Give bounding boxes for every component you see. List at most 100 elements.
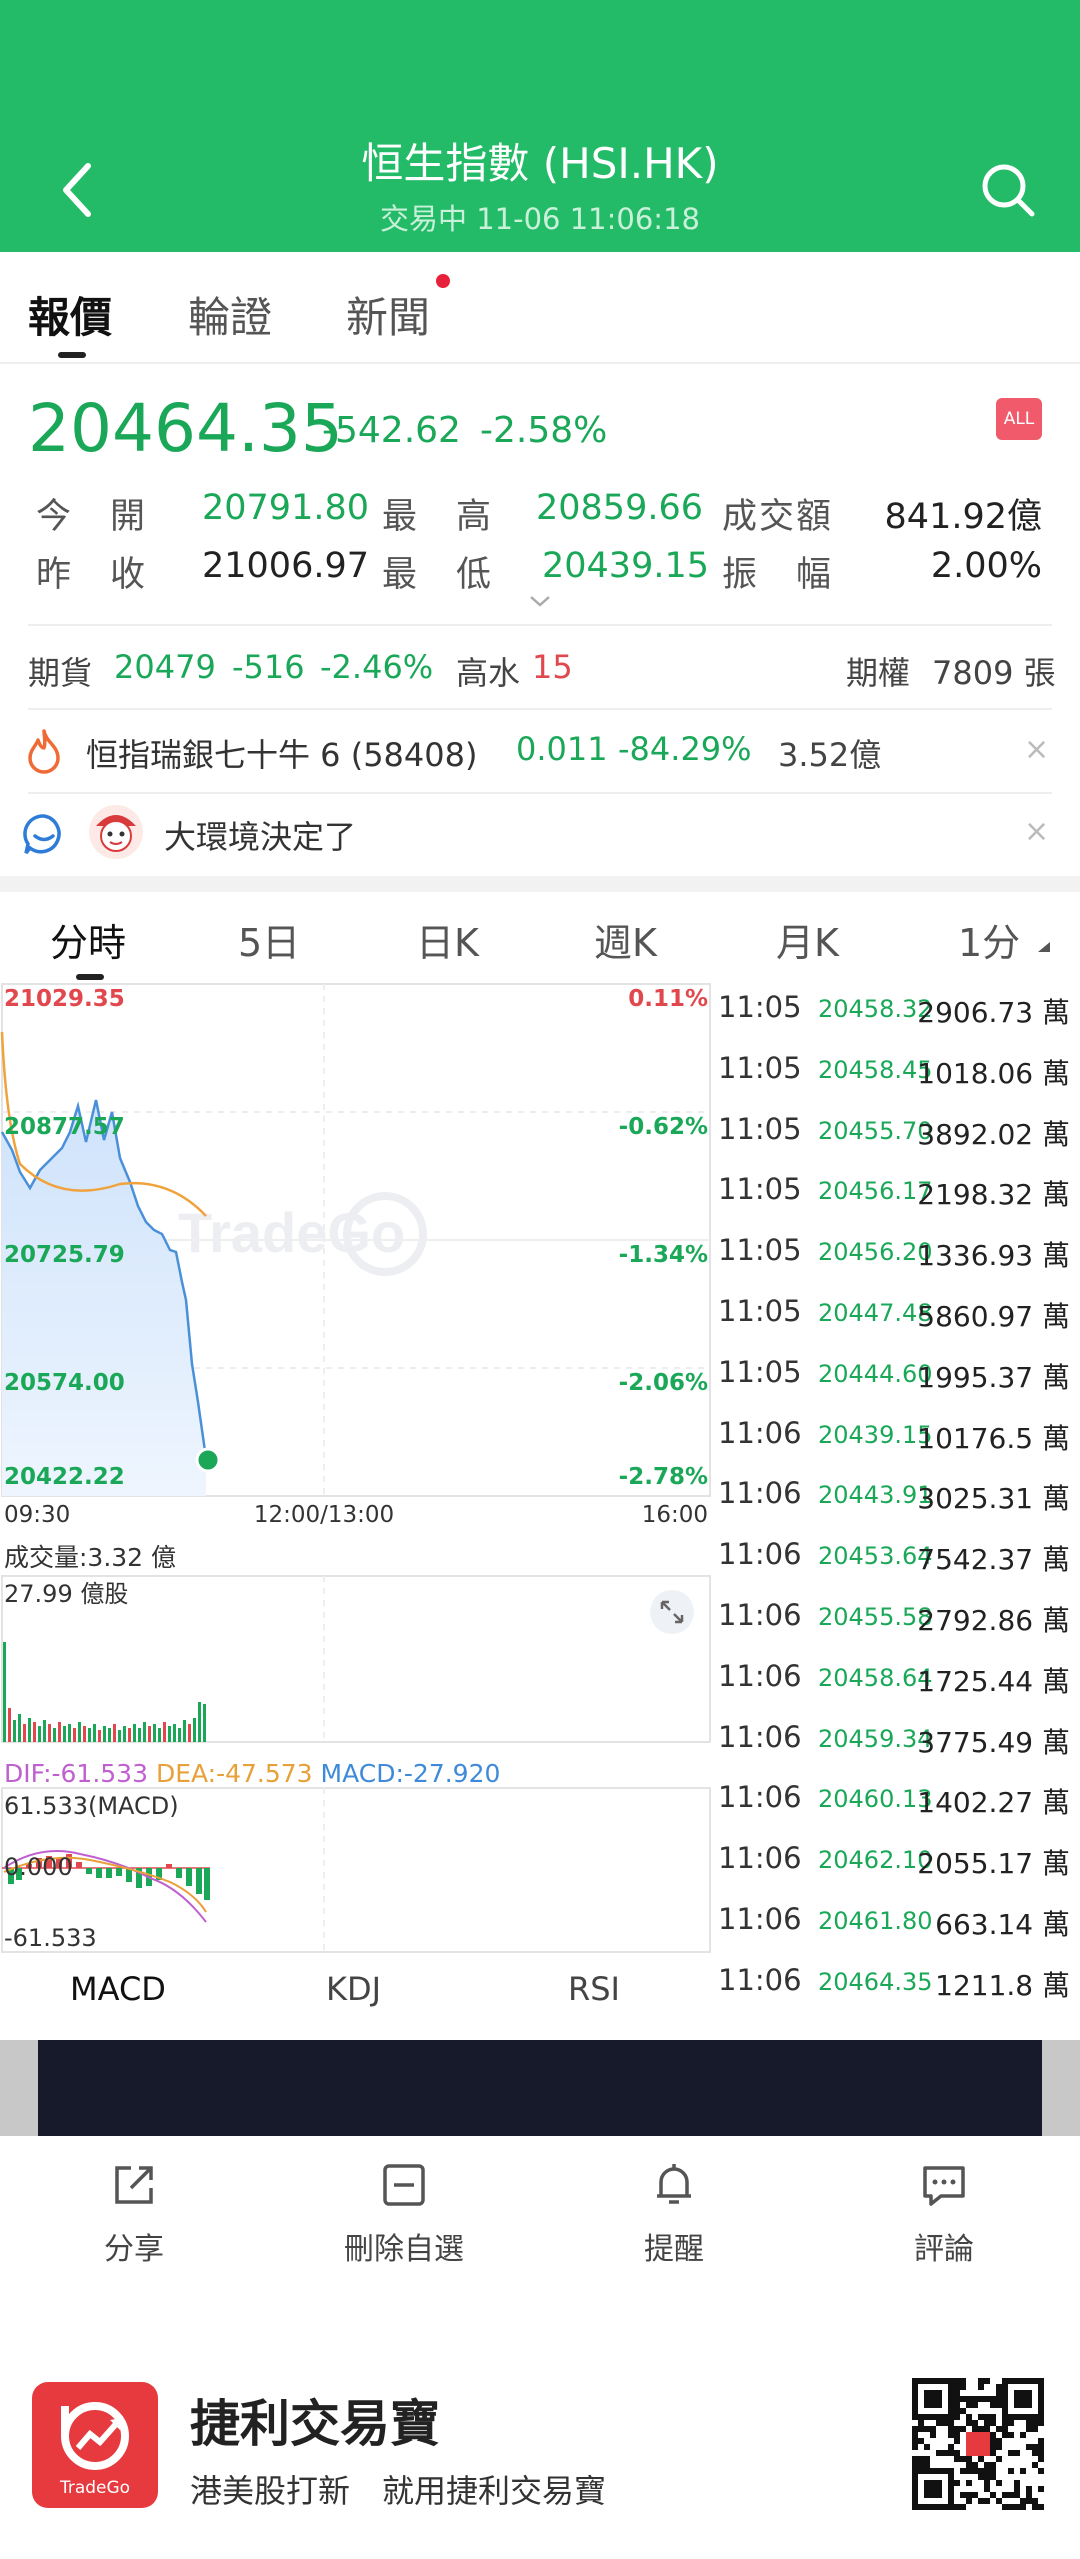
tab-macd[interactable]: MACD (70, 1970, 166, 2008)
trade-price: 20458.45 (818, 1055, 933, 1084)
macd-zero-label: 0.000 (4, 1853, 73, 1881)
divider (0, 362, 1080, 364)
trade-row: 11:06 20460.13 1402.27 萬 (716, 1776, 1076, 1836)
all-badge[interactable]: ALL (996, 398, 1042, 440)
trade-volume: 3892.02 萬 (917, 1117, 1070, 1151)
trade-row: 11:06 20459.34 3775.49 萬 (716, 1716, 1076, 1776)
divider (28, 708, 1052, 710)
trade-time: 11:05 (718, 1354, 802, 1389)
amplitude-value: 2.00% (930, 546, 1042, 586)
expand-chart-button[interactable] (650, 1590, 694, 1634)
close-icon[interactable]: × (1024, 814, 1049, 849)
pct-label-min: -2.78% (619, 1464, 708, 1490)
page-title: 恒生指數 (HSI.HK) (361, 139, 719, 188)
share-icon (115, 2166, 153, 2204)
turnover-label: 成交額 (722, 497, 834, 537)
avatar[interactable] (88, 804, 144, 860)
tab-monthly-k[interactable]: 月K (776, 912, 839, 967)
share-label: 分享 (104, 2232, 164, 2267)
divider (28, 624, 1052, 626)
trade-row: 11:06 20458.64 1725.44 萬 (716, 1655, 1076, 1715)
tab-intraday[interactable]: 分時 (50, 912, 126, 967)
tab-rsi[interactable]: RSI (568, 1970, 620, 2008)
comment-button[interactable]: 評論 (854, 2160, 1034, 2268)
trade-time: 11:06 (718, 1780, 802, 1815)
qr-code (912, 2378, 1044, 2510)
trade-time: 11:06 (718, 1415, 802, 1450)
dif-value: DIF:-61.533 (4, 1759, 148, 1788)
trade-volume: 5860.97 萬 (917, 1300, 1070, 1333)
alert-label: 提醒 (644, 2232, 704, 2267)
trade-time: 11:06 (718, 1537, 802, 1572)
remove-watchlist-button[interactable]: 刪除自選 (314, 2160, 494, 2268)
trade-volume: 2198.32 萬 (917, 1178, 1070, 1212)
futures-price: 20479 (114, 648, 216, 686)
promo-subtitle: 港美股打新 就用捷利交易寶 (190, 2472, 607, 2510)
search-icon[interactable] (978, 160, 1038, 220)
trade-row: 11:05 20456.17 2198.32 萬 (716, 1168, 1076, 1228)
prev-close-label: 昨 收 (36, 555, 148, 595)
trade-row: 11:06 20453.64 7542.37 萬 (716, 1533, 1076, 1593)
current-point (195, 1447, 221, 1473)
trade-time: 11:06 (718, 1658, 802, 1693)
trade-volume: 3025.31 萬 (917, 1482, 1070, 1516)
trade-price: 20458.32 (818, 995, 933, 1023)
trade-volume: 2055.17 萬 (917, 1847, 1070, 1881)
divider (28, 792, 1052, 794)
low-label: 最 低 (382, 555, 494, 595)
trade-volume: 7542.37 萬 (917, 1543, 1070, 1577)
comment-text[interactable]: 大環境決定了 (164, 812, 356, 858)
active-tab-indicator (76, 974, 104, 980)
close-icon[interactable]: × (1024, 732, 1049, 767)
tab-warrants[interactable]: 輪證 (188, 284, 272, 345)
pct-label-max: 0.11% (628, 986, 708, 1012)
turnover-value: 841.92億 (884, 497, 1042, 537)
trade-volume: 2906.73 萬 (917, 996, 1070, 1029)
y-label: 20725.79 (4, 1242, 125, 1268)
expand-chevron-icon[interactable] (528, 594, 552, 608)
trade-row: 11:05 20458.45 1018.06 萬 (716, 1047, 1076, 1107)
y-label: 20574.00 (4, 1370, 125, 1396)
pct-label: -0.62% (619, 1114, 708, 1140)
y-label-min: 20422.22 (4, 1464, 125, 1490)
trade-volume: 1211.8 萬 (935, 1968, 1070, 2002)
trade-row: 11:06 20439.15 10176.5 萬 (716, 1412, 1076, 1472)
trade-time: 11:05 (718, 990, 802, 1024)
promo-title: 捷利交易寶 (190, 2395, 440, 2453)
tab-weekly-k[interactable]: 週K (594, 912, 657, 967)
watermark: TradeGo (178, 1201, 405, 1264)
warrant-name[interactable]: 恒指瑞銀七十牛 6 (58408) (86, 730, 477, 776)
open-value: 20791.80 (202, 488, 370, 528)
x-label-close: 16:00 (642, 1502, 708, 1528)
futures-pct: -2.46% (320, 648, 434, 686)
amplitude-label: 振 幅 (722, 555, 834, 595)
trade-time: 11:05 (718, 1111, 802, 1146)
chat-bubble-icon (23, 814, 61, 855)
trade-time: 11:06 (718, 1476, 802, 1511)
intraday-chart[interactable]: TradeGo 21029.35 20877.57 20725.79 20574… (0, 982, 712, 1992)
trade-price: 20455.58 (818, 1603, 933, 1631)
trade-price: 20458.64 (818, 1663, 933, 1692)
tab-kdj[interactable]: KDJ (326, 1970, 381, 2008)
comment-icon (923, 2166, 965, 2206)
alert-button[interactable]: 提醒 (584, 2160, 764, 2268)
tab-1min[interactable]: 1分 (958, 912, 1020, 967)
trade-row: 11:06 20455.58 2792.86 萬 (716, 1594, 1076, 1654)
tab-daily-k[interactable]: 日K (416, 912, 479, 967)
tab-5day[interactable]: 5日 (238, 912, 300, 967)
dropdown-triangle-icon[interactable] (1036, 940, 1052, 954)
trade-time: 11:05 (718, 1050, 802, 1085)
trade-row: 11:05 20444.60 1995.37 萬 (716, 1351, 1076, 1411)
trade-volume: 2792.86 萬 (917, 1604, 1070, 1637)
tab-news[interactable]: 新聞 (346, 284, 430, 345)
trade-price: 20461.80 (818, 1907, 933, 1935)
flame-icon (28, 729, 60, 774)
volume-max-label: 27.99 億股 (4, 1580, 128, 1608)
warrant-amount: 3.52億 (778, 736, 882, 774)
trade-row: 11:06 20461.80 663.14 萬 (716, 1898, 1076, 1958)
tab-quote[interactable]: 報價 (28, 284, 112, 345)
section-gap (0, 876, 1080, 892)
ad-banner[interactable] (38, 2040, 1042, 2136)
share-button[interactable]: 分享 (44, 2160, 224, 2268)
trade-time: 11:06 (718, 1962, 802, 1997)
